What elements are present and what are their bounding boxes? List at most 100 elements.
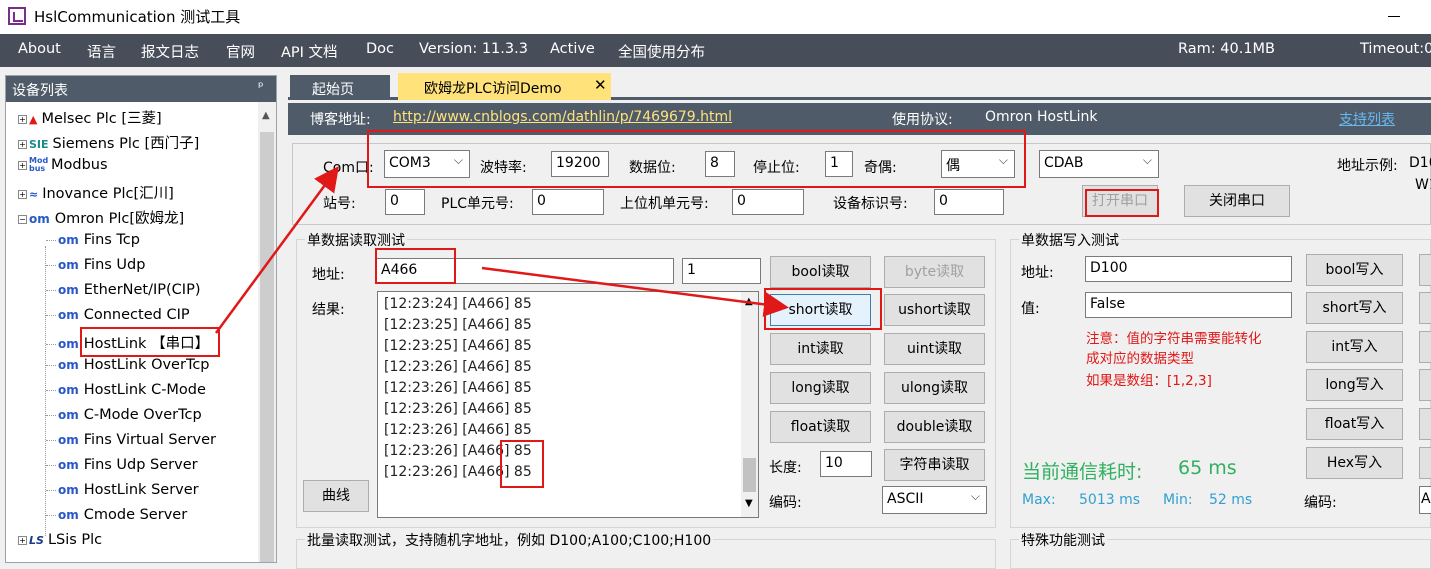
write-button-extra-1[interactable] bbox=[1419, 254, 1431, 286]
com-port-select[interactable]: COM3 ⌵ bbox=[384, 150, 470, 178]
plc-unit-input[interactable]: 0 bbox=[532, 189, 604, 215]
float-write-button[interactable]: float写入 bbox=[1306, 408, 1403, 440]
long-write-button[interactable]: long写入 bbox=[1306, 369, 1403, 401]
scroll-up-icon[interactable]: ▲ bbox=[745, 296, 753, 307]
parity-select[interactable]: 偶 ⌵ bbox=[941, 150, 1015, 178]
read-address-input[interactable]: A466 bbox=[376, 258, 674, 284]
byte-read-button[interactable]: byte读取 bbox=[884, 256, 985, 288]
chevron-down-icon: ⌵ bbox=[453, 153, 463, 167]
tree-item-cmode-overtcp[interactable]: om C-Mode OverTcp bbox=[46, 407, 202, 431]
float-read-button[interactable]: float读取 bbox=[770, 411, 871, 443]
baud-input[interactable]: 19200 bbox=[551, 151, 609, 177]
host-unit-input[interactable]: 0 bbox=[732, 189, 804, 215]
log-line: [12:23:26] [A466] 85 bbox=[384, 401, 532, 417]
expand-icon[interactable]: + bbox=[18, 114, 27, 124]
tree-item-hostlink-overtcp[interactable]: om HostLink OverTcp bbox=[46, 357, 210, 381]
collapse-icon[interactable]: − bbox=[18, 214, 27, 224]
double-read-button[interactable]: double读取 bbox=[884, 411, 985, 443]
tree-item-ethernet-ip[interactable]: om EtherNet/IP(CIP) bbox=[46, 282, 201, 306]
write-button-extra-6[interactable] bbox=[1419, 447, 1431, 479]
menu-website[interactable]: 官网 bbox=[226, 41, 255, 62]
bool-write-button[interactable]: bool写入 bbox=[1306, 254, 1403, 286]
uint-read-button[interactable]: uint读取 bbox=[884, 333, 985, 365]
tree-item-hostlink-serial[interactable]: om HostLink 【串口】 bbox=[46, 332, 209, 356]
tree-item-lsis[interactable]: + LS LSis Plc bbox=[18, 532, 102, 556]
tree-item-fins-udp-server[interactable]: om Fins Udp Server bbox=[46, 457, 198, 481]
string-read-button[interactable]: 字符串读取 bbox=[884, 449, 985, 481]
result-textbox[interactable]: [12:23:24] [A466] 85 [12:23:25] [A466] 8… bbox=[377, 291, 759, 518]
tree-label: C-Mode OverTcp bbox=[83, 407, 202, 423]
tree-item-melsec[interactable]: + ▲ Melsec Plc [三菱] bbox=[18, 107, 162, 131]
write-address-input[interactable]: D100 bbox=[1085, 256, 1292, 282]
expand-icon[interactable]: + bbox=[18, 535, 27, 545]
menu-version[interactable]: Version: 11.3.3 bbox=[419, 41, 528, 57]
omron-icon: om bbox=[58, 308, 79, 322]
close-port-button[interactable]: 关闭串口 bbox=[1184, 185, 1290, 217]
open-port-button[interactable]: 打开串口 bbox=[1082, 185, 1158, 217]
support-list-link[interactable]: 支持列表 bbox=[1339, 109, 1395, 129]
tree-item-cmode-server[interactable]: om Cmode Server bbox=[46, 507, 187, 531]
expand-icon[interactable]: + bbox=[18, 139, 27, 149]
hex-write-button[interactable]: Hex写入 bbox=[1306, 447, 1403, 479]
menu-active[interactable]: Active bbox=[550, 41, 595, 57]
write-encoding-select[interactable]: A bbox=[1419, 486, 1431, 514]
menu-doc[interactable]: Doc bbox=[366, 41, 394, 57]
ulong-read-button[interactable]: ulong读取 bbox=[884, 372, 985, 404]
tree-item-hostlink-cmode[interactable]: om HostLink C-Mode bbox=[46, 382, 206, 406]
write-button-extra-5[interactable] bbox=[1419, 408, 1431, 440]
expand-icon[interactable]: + bbox=[18, 189, 27, 199]
read-encoding-select[interactable]: ASCII ⌵ bbox=[882, 486, 987, 514]
bool-read-button[interactable]: bool读取 bbox=[770, 256, 871, 288]
curve-button[interactable]: 曲线 bbox=[303, 480, 369, 512]
device-list-scrollbar[interactable]: ▲ bbox=[258, 102, 276, 562]
tree-item-fins-tcp[interactable]: om Fins Tcp bbox=[46, 232, 140, 256]
device-id-input[interactable]: 0 bbox=[934, 189, 1004, 215]
scroll-up-icon[interactable]: ▲ bbox=[262, 110, 270, 121]
tree-item-fins-virtual-server[interactable]: om Fins Virtual Server bbox=[46, 432, 216, 456]
omron-icon: om bbox=[58, 433, 79, 447]
write-button-extra-2[interactable] bbox=[1419, 292, 1431, 324]
station-input[interactable]: 0 bbox=[385, 189, 425, 215]
int-write-button[interactable]: int写入 bbox=[1306, 331, 1403, 363]
write-button-extra-3[interactable] bbox=[1419, 331, 1431, 363]
pin-icon[interactable]: ᵖ bbox=[258, 80, 264, 95]
scroll-down-icon[interactable]: ▼ bbox=[745, 498, 753, 509]
long-read-button[interactable]: long读取 bbox=[770, 372, 871, 404]
minimize-icon[interactable] bbox=[1388, 16, 1400, 17]
menu-message-log[interactable]: 报文日志 bbox=[141, 41, 199, 62]
ushort-read-button[interactable]: ushort读取 bbox=[884, 294, 985, 326]
scroll-thumb[interactable] bbox=[743, 458, 756, 492]
tab-omron-demo[interactable]: 欧姆龙PLC访问Demo ✕ bbox=[398, 73, 611, 100]
blog-link[interactable]: http://www.cnblogs.com/dathlin/p/7469679… bbox=[393, 109, 732, 125]
databits-input[interactable]: 8 bbox=[705, 151, 735, 177]
stopbits-input[interactable]: 1 bbox=[825, 151, 853, 177]
window-title: HslCommunication 测试工具 bbox=[34, 8, 241, 26]
menu-about[interactable]: About bbox=[18, 41, 61, 57]
write-value-input[interactable]: False bbox=[1085, 292, 1292, 318]
tree-item-modbus[interactable]: + Mod bus Modbus bbox=[18, 157, 108, 181]
menu-language[interactable]: 语言 bbox=[87, 41, 116, 62]
app-icon bbox=[8, 7, 26, 25]
data-format-select[interactable]: CDAB ⌵ bbox=[1039, 150, 1159, 178]
read-count-input[interactable]: 1 bbox=[682, 258, 761, 284]
int-read-button[interactable]: int读取 bbox=[770, 333, 871, 365]
menu-usage-map[interactable]: 全国使用分布 bbox=[618, 41, 705, 62]
tree-item-inovance[interactable]: + ≈ Inovance Plc[汇川] bbox=[18, 182, 174, 206]
tree-item-siemens[interactable]: + SIE Siemens Plc [西门子] bbox=[18, 132, 199, 156]
tree-item-connected-cip[interactable]: om Connected CIP bbox=[46, 307, 190, 331]
short-write-button[interactable]: short写入 bbox=[1306, 292, 1403, 324]
com-port-value: COM3 bbox=[389, 155, 431, 171]
result-scrollbar[interactable]: ▲ ▼ bbox=[741, 292, 758, 517]
expand-icon[interactable]: + bbox=[18, 160, 27, 170]
scroll-thumb[interactable] bbox=[260, 132, 274, 562]
tab-start-page[interactable]: 起始页 bbox=[290, 75, 390, 100]
write-button-extra-4[interactable] bbox=[1419, 369, 1431, 401]
length-input[interactable]: 10 bbox=[820, 451, 872, 477]
tree-item-omron[interactable]: − om Omron Plc[欧姆龙] bbox=[18, 207, 184, 231]
close-icon[interactable]: ✕ bbox=[594, 76, 607, 94]
tree-item-fins-udp[interactable]: om Fins Udp bbox=[46, 257, 145, 281]
omron-icon: om bbox=[58, 233, 79, 247]
short-read-button[interactable]: short读取 bbox=[770, 294, 871, 326]
menu-api-doc[interactable]: API 文档 bbox=[281, 41, 338, 62]
tree-item-hostlink-server[interactable]: om HostLink Server bbox=[46, 482, 199, 506]
